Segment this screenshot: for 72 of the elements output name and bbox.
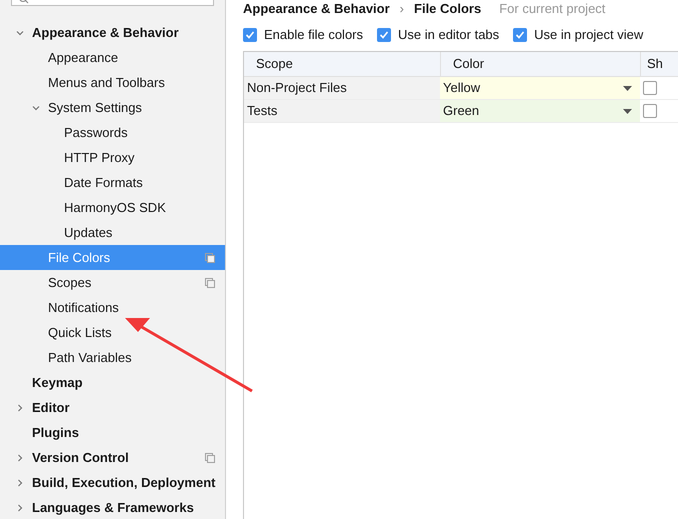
breadcrumb-section[interactable]: Appearance & Behavior xyxy=(243,1,390,16)
tree-item[interactable]: Appearance xyxy=(0,45,225,70)
dropdown-arrow-icon xyxy=(623,108,632,114)
breadcrumb-current: File Colors xyxy=(414,1,482,16)
tree-item-label: Keymap xyxy=(32,374,84,392)
tree-item-label: Notifications xyxy=(48,298,120,317)
copy-icon xyxy=(205,278,215,288)
tree-item[interactable]: Scopes xyxy=(0,270,225,295)
tree-item-label: Appearance & Behavior xyxy=(32,24,180,42)
column-header[interactable]: Sh xyxy=(640,52,678,76)
tree-item-label: HTTP Proxy xyxy=(64,148,136,167)
tree-item[interactable]: Plugins xyxy=(0,420,225,445)
tree-item[interactable]: Updates xyxy=(0,220,225,245)
tree-item[interactable]: Quick Lists xyxy=(0,320,225,345)
option-label[interactable]: Use in editor tabs xyxy=(398,25,500,45)
tree-item-label: HarmonyOS SDK xyxy=(64,198,167,217)
checkbox[interactable] xyxy=(513,28,528,42)
check-icon xyxy=(245,30,255,40)
chevron-icon[interactable] xyxy=(16,504,24,512)
color-dropdown[interactable]: Yellow xyxy=(440,77,640,99)
tree-item-label: Menus and Toolbars xyxy=(48,74,166,92)
copy-icon xyxy=(205,252,215,262)
checkbox[interactable] xyxy=(243,28,257,42)
tree-item-label: Appearance xyxy=(48,48,120,67)
tree-item[interactable]: Version Control xyxy=(0,445,225,470)
tree-item-label: Date Formats xyxy=(64,174,144,192)
tree-item-label: File Colors xyxy=(48,248,112,267)
table-cell: Non-Project Files xyxy=(244,77,440,99)
column-header[interactable]: Scope xyxy=(244,52,440,76)
tree-item[interactable]: Date Formats xyxy=(0,170,225,195)
tree-item[interactable]: Keymap xyxy=(0,370,225,395)
tree-item[interactable]: Menus and Toolbars xyxy=(0,70,225,95)
checkbox[interactable] xyxy=(643,81,657,95)
tree-item[interactable]: HarmonyOS SDK xyxy=(0,195,225,220)
scope-note: For current project xyxy=(499,1,606,16)
check-icon xyxy=(515,30,526,40)
tree-item-label: Plugins xyxy=(32,424,80,442)
color-dropdown[interactable]: Green xyxy=(440,100,640,122)
tree-item[interactable]: Build, Execution, Deployment xyxy=(0,470,225,495)
option-label[interactable]: Enable file colors xyxy=(264,25,363,45)
tree-item-label: Updates xyxy=(64,224,114,242)
tree-item[interactable]: Editor xyxy=(0,395,225,420)
tree-item-label: Scopes xyxy=(48,274,92,292)
tree-item-label: Version Control xyxy=(32,448,130,467)
check-icon xyxy=(379,30,389,40)
chevron-icon[interactable] xyxy=(16,454,24,462)
tree-item[interactable]: Passwords xyxy=(0,120,225,145)
breadcrumb-separator: › xyxy=(400,1,404,16)
tree-item-label: System Settings xyxy=(48,98,143,117)
chevron-icon[interactable] xyxy=(16,478,24,486)
table-cell: Tests xyxy=(244,100,440,122)
chevron-icon[interactable] xyxy=(32,104,40,112)
dropdown-arrow-icon xyxy=(623,86,632,90)
checkbox[interactable] xyxy=(643,104,657,118)
tree-item-label: Path Variables xyxy=(48,348,133,367)
option-label[interactable]: Use in project view xyxy=(534,25,644,45)
chevron-icon[interactable] xyxy=(16,404,24,412)
copy-icon xyxy=(205,452,215,462)
column-header[interactable]: Color xyxy=(440,52,640,76)
chevron-icon[interactable] xyxy=(16,28,24,36)
tree-item[interactable]: Languages & Frameworks xyxy=(0,495,225,519)
tree-item[interactable]: Appearance & Behavior xyxy=(0,20,225,45)
tree-item[interactable]: System Settings xyxy=(0,95,225,120)
tree-item-label: Editor xyxy=(32,398,71,417)
tree-item-label: Build, Execution, Deployment xyxy=(32,474,216,492)
tree-item-label: Quick Lists xyxy=(48,324,113,342)
tree-item-label: Passwords xyxy=(64,124,129,142)
checkbox[interactable] xyxy=(377,28,391,42)
tree-item[interactable]: HTTP Proxy xyxy=(0,145,225,170)
tree-item-label: Languages & Frameworks xyxy=(32,498,195,517)
tree-item[interactable]: Notifications xyxy=(0,295,225,320)
tree-item[interactable]: Path Variables xyxy=(0,345,225,370)
